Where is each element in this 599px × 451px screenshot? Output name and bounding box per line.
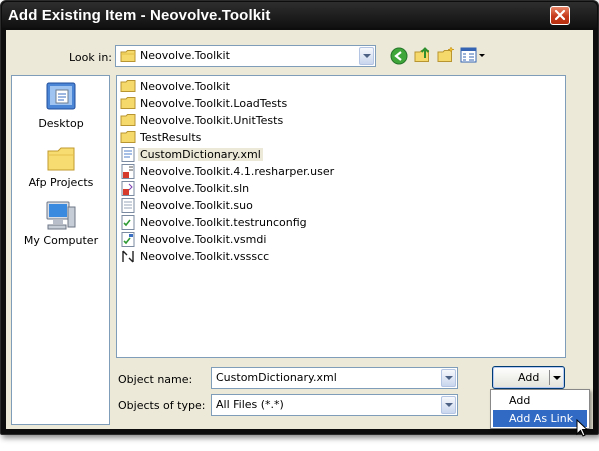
- object-name-value: CustomDictionary.xml: [216, 371, 337, 384]
- close-button[interactable]: [550, 6, 570, 25]
- look-in-label: Look in:: [69, 51, 112, 64]
- object-type-dropdown[interactable]: All Files (*.*): [211, 394, 458, 416]
- dialog-title: Add Existing Item - Neovolve.Toolkit: [8, 7, 271, 24]
- folder-icon: [120, 50, 136, 62]
- place-label: Desktop: [38, 117, 84, 130]
- file-name: Neovolve.Toolkit.vssscc: [140, 250, 270, 263]
- file-list[interactable]: Neovolve.Toolkit Neovolve.Toolkit.LoadTe…: [116, 75, 566, 358]
- file-name: TestResults: [140, 131, 202, 144]
- object-name-label: Object name:: [118, 373, 193, 386]
- object-name-field[interactable]: CustomDictionary.xml: [211, 367, 458, 389]
- file-name: Neovolve.Toolkit.UnitTests: [140, 114, 284, 127]
- user-file-icon: [121, 164, 135, 179]
- file-name: Neovolve.Toolkit.testrunconfig: [140, 216, 307, 229]
- add-options-menu: Add Add As Link: [490, 389, 590, 429]
- place-afp-projects[interactable]: Afp Projects: [16, 144, 106, 189]
- title-bar[interactable]: Add Existing Item - Neovolve.Toolkit: [2, 2, 597, 28]
- file-name: Neovolve.Toolkit.suo: [140, 199, 253, 212]
- back-icon[interactable]: [390, 47, 408, 65]
- file-name: Neovolve.Toolkit.sln: [140, 182, 250, 195]
- folder-icon: [120, 131, 136, 143]
- object-name-dropdown-button[interactable]: [441, 369, 456, 387]
- dialog-body: Look in: Neovolve.Toolkit Desktop Afp Pr…: [6, 30, 593, 437]
- add-button-divider: [549, 370, 550, 385]
- object-type-dropdown-button[interactable]: [441, 396, 456, 414]
- folder-icon: [120, 97, 136, 109]
- vssscc-file-icon: [122, 250, 134, 263]
- mouse-cursor-icon: [576, 419, 589, 437]
- folder-icon: [47, 147, 75, 171]
- up-folder-icon[interactable]: [413, 45, 433, 65]
- file-name: Neovolve.Toolkit.vsmdi: [140, 233, 267, 246]
- menu-item-add[interactable]: Add: [493, 392, 587, 409]
- place-desktop[interactable]: Desktop: [16, 81, 106, 130]
- place-label: My Computer: [23, 234, 99, 247]
- add-existing-item-dialog: Add Existing Item - Neovolve.Toolkit Loo…: [0, 0, 599, 437]
- add-button-label: Add: [518, 371, 540, 384]
- suo-file-icon: [121, 198, 135, 213]
- file-name: Neovolve.Toolkit.LoadTests: [140, 97, 288, 110]
- look-in-dropdown[interactable]: Neovolve.Toolkit: [115, 45, 376, 67]
- computer-icon: [46, 201, 76, 230]
- look-in-dropdown-button[interactable]: [359, 47, 374, 65]
- menu-item-add-as-link[interactable]: Add As Link: [493, 410, 587, 427]
- xml-file-icon: [121, 147, 135, 162]
- vsmdi-file-icon: [121, 232, 135, 247]
- new-folder-icon[interactable]: [436, 45, 456, 65]
- testrunconfig-file-icon: [121, 215, 135, 230]
- sln-file-icon: [121, 181, 135, 196]
- place-my-computer[interactable]: My Computer: [16, 198, 106, 247]
- file-name: CustomDictionary.xml: [138, 148, 263, 161]
- object-type-label: Objects of type:: [118, 399, 206, 412]
- desktop-icon: [46, 82, 76, 110]
- look-in-value: Neovolve.Toolkit: [140, 49, 230, 62]
- view-menu-icon[interactable]: [460, 47, 486, 65]
- file-name: Neovolve.Toolkit: [140, 80, 230, 93]
- object-type-value: All Files (*.*): [216, 398, 284, 411]
- close-icon: [554, 9, 566, 21]
- places-bar: Desktop Afp Projects My Computer: [11, 75, 110, 425]
- folder-icon: [120, 80, 136, 92]
- chevron-down-icon[interactable]: [552, 375, 562, 383]
- file-name: Neovolve.Toolkit.4.1.resharper.user: [140, 165, 335, 178]
- menu-item-label: Add: [509, 394, 531, 407]
- add-split-button[interactable]: Add: [492, 366, 565, 389]
- menu-item-label: Add As Link: [509, 412, 574, 425]
- place-label: Afp Projects: [28, 176, 94, 189]
- folder-icon: [120, 114, 136, 126]
